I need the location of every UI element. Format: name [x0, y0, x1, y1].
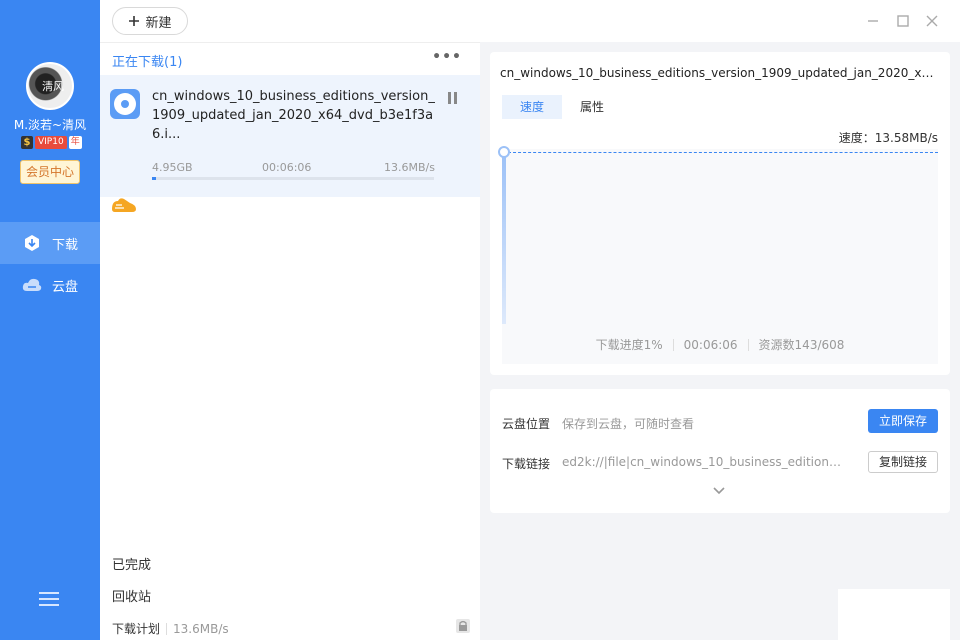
plus-icon [129, 16, 140, 26]
vip-dollar-icon: $ [21, 135, 33, 149]
member-center-button[interactable]: 会员中心 [20, 160, 80, 184]
disc-image-icon [110, 89, 140, 119]
cloud-save-card: 云盘位置 保存到云盘，可随时查看 立即保存 下载链接 ed2k://|file|… [490, 389, 950, 513]
task-progress-fill [152, 177, 157, 180]
avatar[interactable]: 淸风 [26, 62, 74, 110]
new-task-button[interactable]: 新建 [112, 7, 188, 35]
cloud-icon [22, 275, 42, 295]
more-icon[interactable]: ••• [432, 49, 462, 65]
vip-badge-row[interactable]: $ VIP10 年 [21, 135, 82, 149]
close-icon[interactable] [923, 12, 941, 30]
download-link-value[interactable]: ed2k://|file|cn_windows_10_business_edit… [562, 455, 842, 469]
nav-item-cloud[interactable]: 云盘 [0, 264, 100, 306]
completed-link[interactable]: 已完成 [112, 554, 151, 573]
menu-icon[interactable] [39, 592, 59, 608]
speedup-shoe-icon[interactable] [110, 193, 138, 215]
tab-properties[interactable]: 属性 [562, 95, 622, 119]
avatar-text: 淸风 [42, 80, 64, 93]
speed-graph-line [508, 152, 938, 153]
task-time: 00:06:06 [262, 161, 312, 174]
graph-stats: 下载进度1% 00:06:06 资源数143/608 [502, 336, 938, 353]
download-list-panel: 正在下载(1) ••• cn_windows_10_business_editi… [100, 42, 480, 640]
chevron-down-icon[interactable] [712, 485, 726, 495]
tab-speed[interactable]: 速度 [502, 95, 562, 119]
resource-count: 资源数143/608 [758, 338, 845, 352]
download-icon [22, 233, 42, 253]
topbar: 新建 [100, 0, 960, 42]
cloud-location-hint: 保存到云盘，可随时查看 [562, 417, 695, 431]
sidebar: 淸风 M.淡若~清风 $ VIP10 年 会员中心 下载 云盘 [0, 0, 100, 640]
speed-graph-point [498, 146, 510, 158]
download-link-label: 下载链接 [502, 457, 551, 471]
download-plan-label: 下载计划 [112, 622, 161, 636]
nav-label-cloud: 云盘 [52, 279, 79, 295]
save-now-button[interactable]: 立即保存 [868, 409, 938, 433]
download-plan-rate: 13.6MB/s [173, 621, 229, 636]
vip-level-badge: VIP10 [35, 135, 67, 149]
current-speed-label: 速度：13.58MB/s [838, 131, 938, 145]
downloading-header[interactable]: 正在下载(1) [112, 51, 182, 70]
blank-area [838, 589, 950, 640]
nav-label-download: 下载 [52, 237, 79, 253]
new-task-label: 新建 [145, 15, 172, 31]
speed-graph-area [502, 152, 506, 324]
task-detail-card: cn_windows_10_business_editions_version_… [490, 52, 950, 375]
copy-link-button[interactable]: 复制链接 [868, 451, 938, 473]
nav-item-download[interactable]: 下载 [0, 222, 100, 264]
download-progress-text: 下载进度1% [595, 338, 663, 352]
task-filename: cn_windows_10_business_editions_version_… [152, 89, 435, 142]
task-progress-bar [152, 177, 434, 180]
download-task-row[interactable]: cn_windows_10_business_editions_version_… [100, 75, 480, 212]
download-plan-row[interactable]: 下载计划 13.6MB/s [112, 620, 229, 637]
cloud-location-label: 云盘位置 [502, 417, 551, 431]
maximize-icon[interactable] [894, 12, 912, 30]
detail-filename: cn_windows_10_business_editions_version_… [500, 66, 940, 80]
minimize-icon[interactable] [864, 12, 882, 30]
username[interactable]: M.淡若~清风 [0, 116, 100, 133]
vip-year-badge: 年 [68, 135, 82, 149]
lock-icon[interactable] [454, 617, 472, 635]
pause-icon[interactable] [448, 92, 460, 104]
elapsed-time: 00:06:06 [683, 337, 738, 352]
speed-graph: 下载进度1% 00:06:06 资源数143/608 [498, 146, 938, 364]
task-speed: 13.6MB/s [384, 161, 435, 174]
recycle-bin-link[interactable]: 回收站 [112, 586, 151, 605]
task-size: 4.95GB [152, 161, 193, 174]
